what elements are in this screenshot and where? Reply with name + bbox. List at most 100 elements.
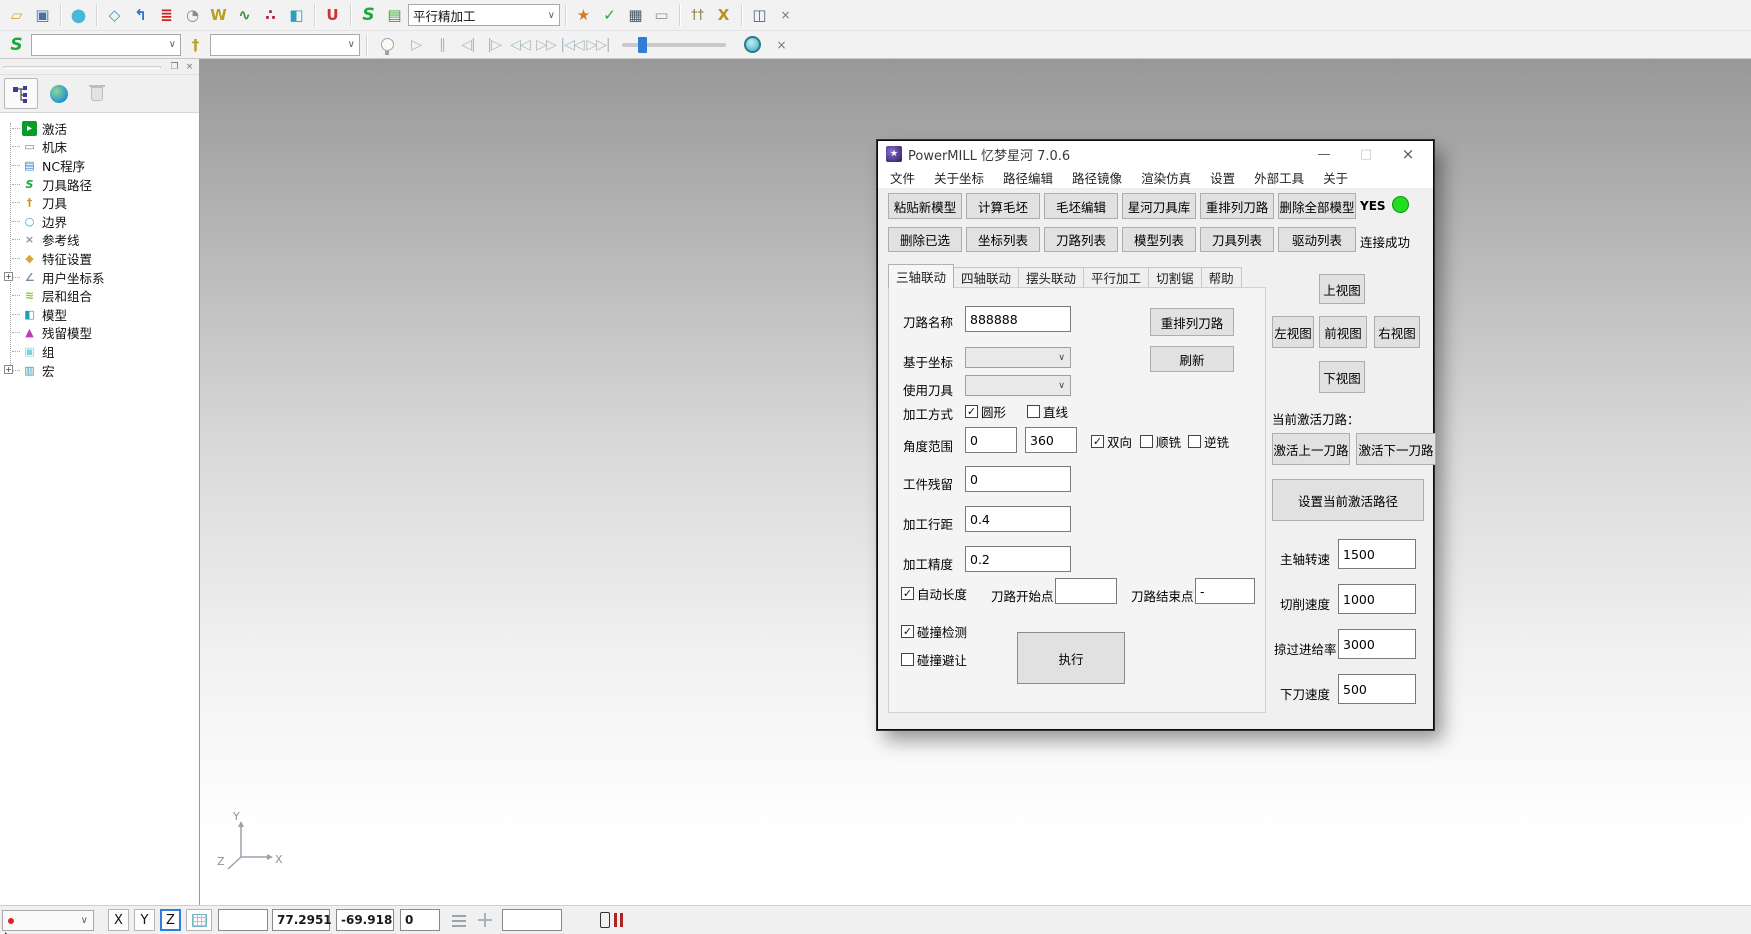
coordinate-list-icon[interactable] <box>452 914 466 927</box>
menu-toolpath-edit[interactable]: 路径编辑 <box>1003 168 1053 187</box>
strategy-combobox[interactable]: 平行精加工 ∨ <box>408 4 560 26</box>
checkbox-checked-icon[interactable] <box>965 405 978 418</box>
close-button[interactable]: × <box>1391 141 1425 167</box>
save-project-icon[interactable]: ▣ <box>30 3 55 28</box>
spindle-speed-input[interactable] <box>1338 539 1416 569</box>
toolpath-strategy-icon[interactable]: ↰ <box>128 3 153 28</box>
view-right-button[interactable]: 右视图 <box>1374 316 1420 348</box>
tab-explorer-tree[interactable] <box>4 78 38 109</box>
tree-item-tools[interactable]: † 刀具 <box>0 193 199 212</box>
tree-item-stock-models[interactable]: ▲ 残留模型 <box>0 324 199 343</box>
simulation-speed-slider[interactable] <box>622 43 726 47</box>
tree-item-nc-program[interactable]: ▤ NC程序 <box>0 156 199 175</box>
step-back-button[interactable]: ◁| <box>456 33 480 57</box>
stock-allowance-input[interactable] <box>965 466 1071 492</box>
tree-item-levels-sets[interactable]: ≋ 层和组合 <box>0 286 199 305</box>
tab-web-view[interactable] <box>42 78 76 109</box>
menu-toolpath-mirror[interactable]: 路径镜像 <box>1072 168 1122 187</box>
simulation-toolbar-close-icon[interactable]: × <box>769 32 794 57</box>
activate-prev-toolpath-button[interactable]: 激活上一刀路 <box>1272 433 1350 465</box>
measure-field[interactable] <box>502 909 562 931</box>
tree-item-toolpaths[interactable]: S 刀具路径 <box>0 175 199 194</box>
axis-z-button[interactable]: Z <box>160 909 181 931</box>
execute-button[interactable]: 执行 <box>1017 632 1125 684</box>
zlevel-icon[interactable]: ≣ <box>154 3 179 28</box>
ruler-icon[interactable]: ▭ <box>649 3 674 28</box>
tab-recycle-bin[interactable] <box>80 78 114 109</box>
circle-mode-checkbox[interactable]: 圆形 <box>965 402 1006 421</box>
bidirectional-checkbox[interactable]: 双向 <box>1091 432 1132 451</box>
tree-item-feature-sets[interactable]: ◆ 特征设置 <box>0 249 199 268</box>
start-point-input[interactable] <box>1055 578 1117 604</box>
tool-list-button[interactable]: 刀具列表 <box>1200 227 1274 252</box>
line-mode-checkbox[interactable]: 直线 <box>1027 402 1068 421</box>
toolpath-name-input[interactable] <box>965 306 1071 332</box>
delete-selected-button[interactable]: 删除已选 <box>888 227 962 252</box>
axis-x-button[interactable]: X <box>108 909 129 931</box>
refresh-button[interactable]: 刷新 <box>1150 346 1234 372</box>
tolerance-input[interactable] <box>965 546 1071 572</box>
auto-length-checkbox[interactable]: 自动长度 <box>901 584 967 603</box>
paste-new-model-button[interactable]: 粘贴新模型 <box>888 193 962 219</box>
cutting-feed-input[interactable] <box>1338 584 1416 614</box>
tool-check-icon[interactable]: ✓ <box>597 3 622 28</box>
coordinate-x-field[interactable]: 77.2951 <box>272 909 330 931</box>
climb-mill-checkbox[interactable]: 顺铣 <box>1140 432 1181 451</box>
boundary-icon[interactable]: W <box>206 3 231 28</box>
pattern-icon[interactable]: ∿ <box>232 3 257 28</box>
tab-parallel[interactable]: 平行加工 <box>1084 267 1149 288</box>
close-panel-icon[interactable]: × <box>183 60 196 73</box>
slider-handle[interactable] <box>638 37 647 53</box>
float-panel-icon[interactable]: ❐ <box>168 60 181 73</box>
collision-check-icon[interactable]: U <box>320 3 345 28</box>
toolpath-combobox[interactable]: ∨ <box>31 34 181 56</box>
stock-model-icon[interactable]: ◧ <box>284 3 309 28</box>
tool-combobox[interactable]: ∨ <box>210 34 360 56</box>
checkbox-checked-icon[interactable] <box>1091 435 1104 448</box>
conventional-mill-checkbox[interactable]: 逆铣 <box>1188 432 1229 451</box>
tool-library-button[interactable]: 星河刀具库 <box>1122 193 1196 219</box>
points-icon[interactable]: ∴ <box>258 3 283 28</box>
activate-next-toolpath-button[interactable]: 激活下一刀路 <box>1356 433 1436 465</box>
angle-end-input[interactable] <box>1025 427 1077 453</box>
toolpath-icon[interactable]: S <box>356 3 381 28</box>
swap-tools-icon[interactable]: X <box>711 3 736 28</box>
block-icon[interactable]: ◇ <box>102 3 127 28</box>
set-active-path-button[interactable]: 设置当前激活路径 <box>1272 479 1424 521</box>
nc-program-icon[interactable]: ◫ <box>747 3 772 28</box>
tab-help[interactable]: 帮助 <box>1202 267 1242 288</box>
coordinate-z-field[interactable]: 0 <box>400 909 440 931</box>
maximize-button[interactable]: □ <box>1349 141 1383 167</box>
tree-item-groups[interactable]: ▣ 组 <box>0 342 199 361</box>
tab-3axis[interactable]: 三轴联动 <box>888 264 954 288</box>
tab-head-tilt[interactable]: 摆头联动 <box>1019 267 1084 288</box>
minimize-button[interactable]: — <box>1307 141 1341 167</box>
menu-external-tools[interactable]: 外部工具 <box>1254 168 1304 187</box>
tab-4axis[interactable]: 四轴联动 <box>954 267 1019 288</box>
menu-settings[interactable]: 设置 <box>1210 168 1235 187</box>
view-left-button[interactable]: 左视图 <box>1272 316 1314 348</box>
delete-all-models-button[interactable]: 删除全部模型 <box>1278 193 1356 219</box>
tree-item-boundaries[interactable]: ○ 边界 <box>0 212 199 231</box>
grid-size-field[interactable] <box>218 909 268 931</box>
checkbox-icon[interactable] <box>1140 435 1153 448</box>
view-front-button[interactable]: 前视图 <box>1319 316 1367 348</box>
rewind-button[interactable]: ◁◁ <box>508 33 532 57</box>
menu-simulation[interactable]: 渲染仿真 <box>1141 168 1191 187</box>
drive-list-button[interactable]: 驱动列表 <box>1278 227 1356 252</box>
strategy-list-icon[interactable]: ▤ <box>382 3 407 28</box>
locate-position-icon[interactable] <box>478 913 492 927</box>
toolbar-close-icon[interactable]: × <box>773 3 798 28</box>
coordinate-y-field[interactable]: -69.918 <box>336 909 394 931</box>
tree-item-machine[interactable]: ▭ 机床 <box>0 138 199 157</box>
tree-item-patterns[interactable]: × 参考线 <box>0 231 199 250</box>
view-top-button[interactable]: 上视图 <box>1319 274 1365 304</box>
axis-y-button[interactable]: Y <box>134 909 155 931</box>
plunge-feed-input[interactable] <box>1338 674 1416 704</box>
checkbox-icon[interactable] <box>1027 405 1040 418</box>
shaded-view-icon[interactable]: ● <box>66 3 91 28</box>
collision-avoid-checkbox[interactable]: 碰撞避让 <box>901 650 967 669</box>
tool-create-icon[interactable]: ◔ <box>180 3 205 28</box>
grid-snap-button[interactable] <box>186 909 212 931</box>
play-button[interactable]: ▷ <box>404 33 428 57</box>
